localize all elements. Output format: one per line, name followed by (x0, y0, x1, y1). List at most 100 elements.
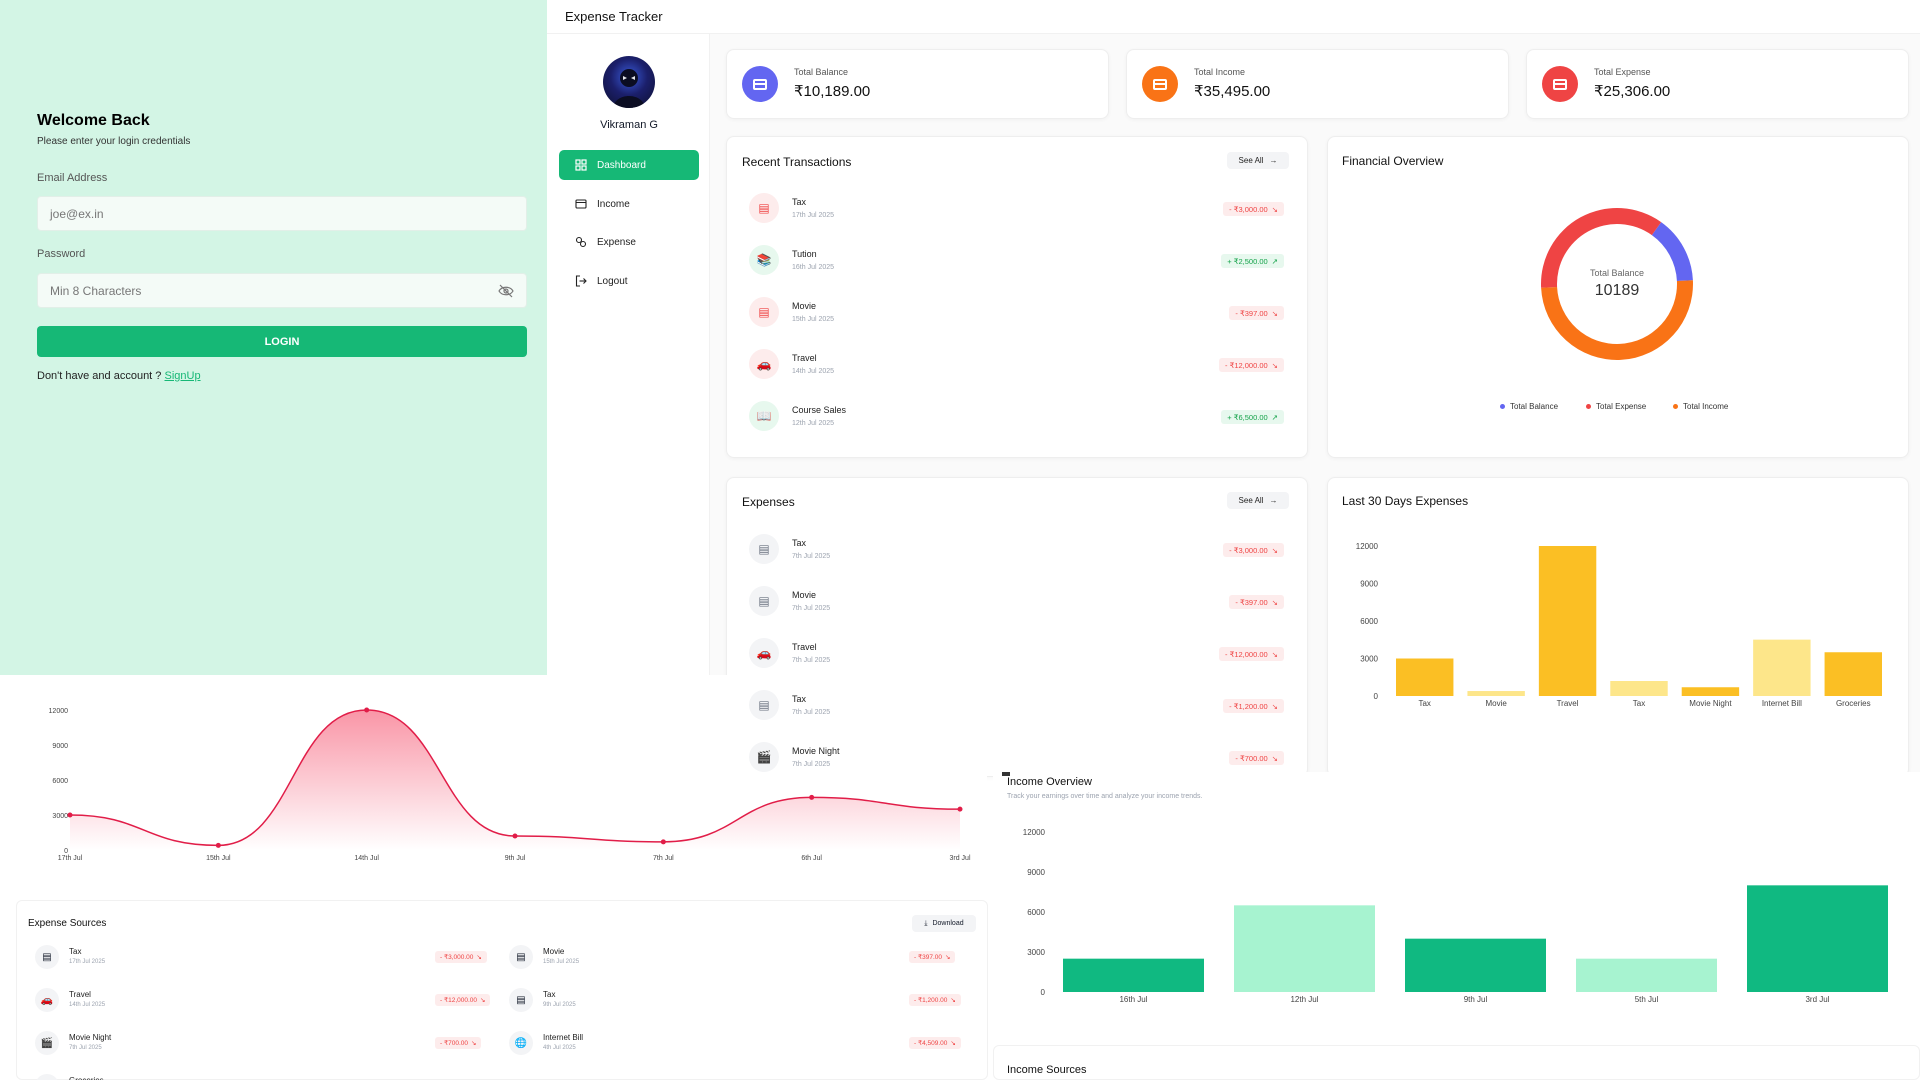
book-icon: 📖 (749, 401, 779, 431)
x-tick-label: 17th Jul (58, 855, 83, 862)
receipt-icon: ▤ (749, 297, 779, 327)
expense-date: 7th Jul 2025 (792, 553, 831, 560)
trend-down-icon: ↘ (950, 997, 956, 1004)
globe-icon: 🌐 (509, 1031, 533, 1055)
amount-label: - ₹1,200.00 (914, 997, 948, 1004)
y-tick-label: 0 (64, 848, 68, 855)
transaction-date: 15th Jul 2025 (792, 316, 835, 323)
data-point (364, 707, 370, 713)
last30-bar-chart: 0 3000 6000 9000 12000 Tax Movie Travel Tax Movie… (1356, 542, 1882, 708)
amount-label: - ₹3,000.00 (1229, 204, 1268, 214)
nav-dashboard[interactable]: Dashboard (559, 150, 699, 180)
eye-off-icon[interactable] (498, 284, 514, 301)
welcome-title: Welcome Back (37, 112, 150, 129)
expenses-title: Expenses (742, 495, 795, 509)
trend-down-icon: ↘ (471, 1040, 477, 1047)
avatar[interactable] (603, 56, 655, 108)
income-bar-chart: 0 3000 6000 9000 12000 16th Jul 12th Jul 9th Ju… (1023, 828, 1888, 1004)
transaction-date: 14th Jul 2025 (792, 368, 835, 375)
amount-label: - ₹700.00 (440, 1040, 468, 1047)
x-tick-label: Groceries (1836, 699, 1871, 708)
recent-transactions-title: Recent Transactions (742, 155, 852, 169)
car-icon: 🚗 (749, 638, 779, 668)
see-all-button[interactable]: See All → (1227, 152, 1289, 169)
see-all-button[interactable]: See All → (1227, 492, 1289, 509)
amount-label: - ₹1,200.00 (1229, 701, 1268, 711)
amount-label: - ₹12,000.00 (1224, 360, 1268, 370)
dashboard-icon (575, 159, 587, 171)
bar (1467, 691, 1525, 696)
email-placeholder: joe@ex.in (50, 206, 104, 221)
email-field[interactable]: joe@ex.in (37, 196, 527, 231)
signup-line: Don't have and account ? SignUp (37, 370, 201, 382)
y-tick-label: 12000 (1023, 828, 1046, 837)
bar (1234, 905, 1375, 992)
legend-income: Total Income (1673, 402, 1728, 411)
download-icon: ⤓ (924, 919, 928, 927)
transaction-name: Movie (792, 301, 817, 311)
bar (1396, 658, 1454, 696)
data-point (512, 833, 518, 839)
card-icon (742, 66, 778, 102)
data-point (215, 842, 221, 848)
legend-balance: Total Balance (1500, 402, 1558, 411)
source-date: 9th Jul 2025 (543, 1002, 576, 1008)
transaction-amount: - ₹3,000.00 ↘ (1223, 202, 1284, 216)
see-all-label: See All (1238, 156, 1264, 165)
clapper-icon: 🎬 (35, 1031, 59, 1055)
signup-link[interactable]: SignUp (164, 370, 200, 382)
expense-name: Travel (792, 642, 817, 652)
donut-center-value: 10189 (1594, 282, 1640, 299)
nav-logout[interactable]: Logout (559, 266, 699, 296)
expense-amount: - ₹12,000.00 ↘ (1218, 647, 1284, 661)
transaction-amount: - ₹12,000.00 ↘ (1218, 358, 1284, 372)
password-field[interactable]: Min 8 Characters (37, 273, 527, 308)
trend-down-icon: ↘ (480, 997, 486, 1004)
amount-label: - ₹4,509.00 (914, 1040, 948, 1047)
sidebar (547, 34, 710, 772)
trend-up-icon: ↗ (1271, 412, 1278, 422)
x-tick-label: Tax (1418, 699, 1430, 708)
amount-label: - ₹12,000.00 (440, 997, 478, 1004)
stat-value: ₹10,189.00 (794, 83, 871, 100)
bar (1747, 885, 1888, 992)
source-amount: - ₹397.00 ↘ (909, 951, 956, 963)
receipt-icon: ▤ (749, 586, 779, 616)
bar (1405, 938, 1546, 992)
transaction-name: Course Sales (792, 405, 847, 415)
receipt-icon: ▤ (35, 945, 59, 969)
login-button[interactable]: LOGIN (37, 326, 527, 357)
receipt-icon: ▤ (749, 534, 779, 564)
nav-label: Expense (597, 236, 636, 248)
nav-label: Dashboard (597, 159, 646, 171)
avatar-image (613, 69, 645, 108)
source-name: Groceries (69, 1076, 104, 1080)
source-name: Tax (69, 947, 82, 956)
income-sources-card (993, 1045, 1920, 1080)
trend-down-icon: ↘ (1271, 360, 1278, 370)
nav-income[interactable]: Income (559, 189, 699, 219)
source-name: Movie (543, 947, 565, 956)
source-name: Travel (69, 990, 91, 999)
logout-icon (575, 275, 587, 287)
bar (1538, 546, 1597, 696)
transaction-name: Tution (792, 249, 817, 259)
expense-date: 7th Jul 2025 (792, 657, 831, 664)
download-button[interactable]: ⤓ Download (912, 915, 976, 932)
transaction-amount: + ₹6,500.00 ↗ (1221, 410, 1284, 424)
data-point (67, 812, 73, 818)
x-tick-label: 16th Jul (1119, 995, 1147, 1004)
expense-date: 7th Jul 2025 (792, 605, 831, 612)
receipt-icon: ▤ (749, 193, 779, 223)
amount-label: - ₹700.00 (1235, 753, 1268, 763)
y-tick-label: 3000 (1360, 655, 1378, 664)
stat-label: Total Income (1194, 67, 1246, 77)
expense-date: 7th Jul 2025 (792, 761, 831, 768)
expense-amount: - ₹1,200.00 ↘ (1223, 699, 1284, 713)
data-point (809, 794, 815, 800)
expense-amount: - ₹700.00 ↘ (1229, 751, 1284, 765)
y-tick-label: 0 (1374, 692, 1379, 701)
nav-expense[interactable]: Expense (559, 227, 699, 257)
books-icon: 📚 (749, 245, 779, 275)
y-tick-label: 6000 (1360, 617, 1378, 626)
